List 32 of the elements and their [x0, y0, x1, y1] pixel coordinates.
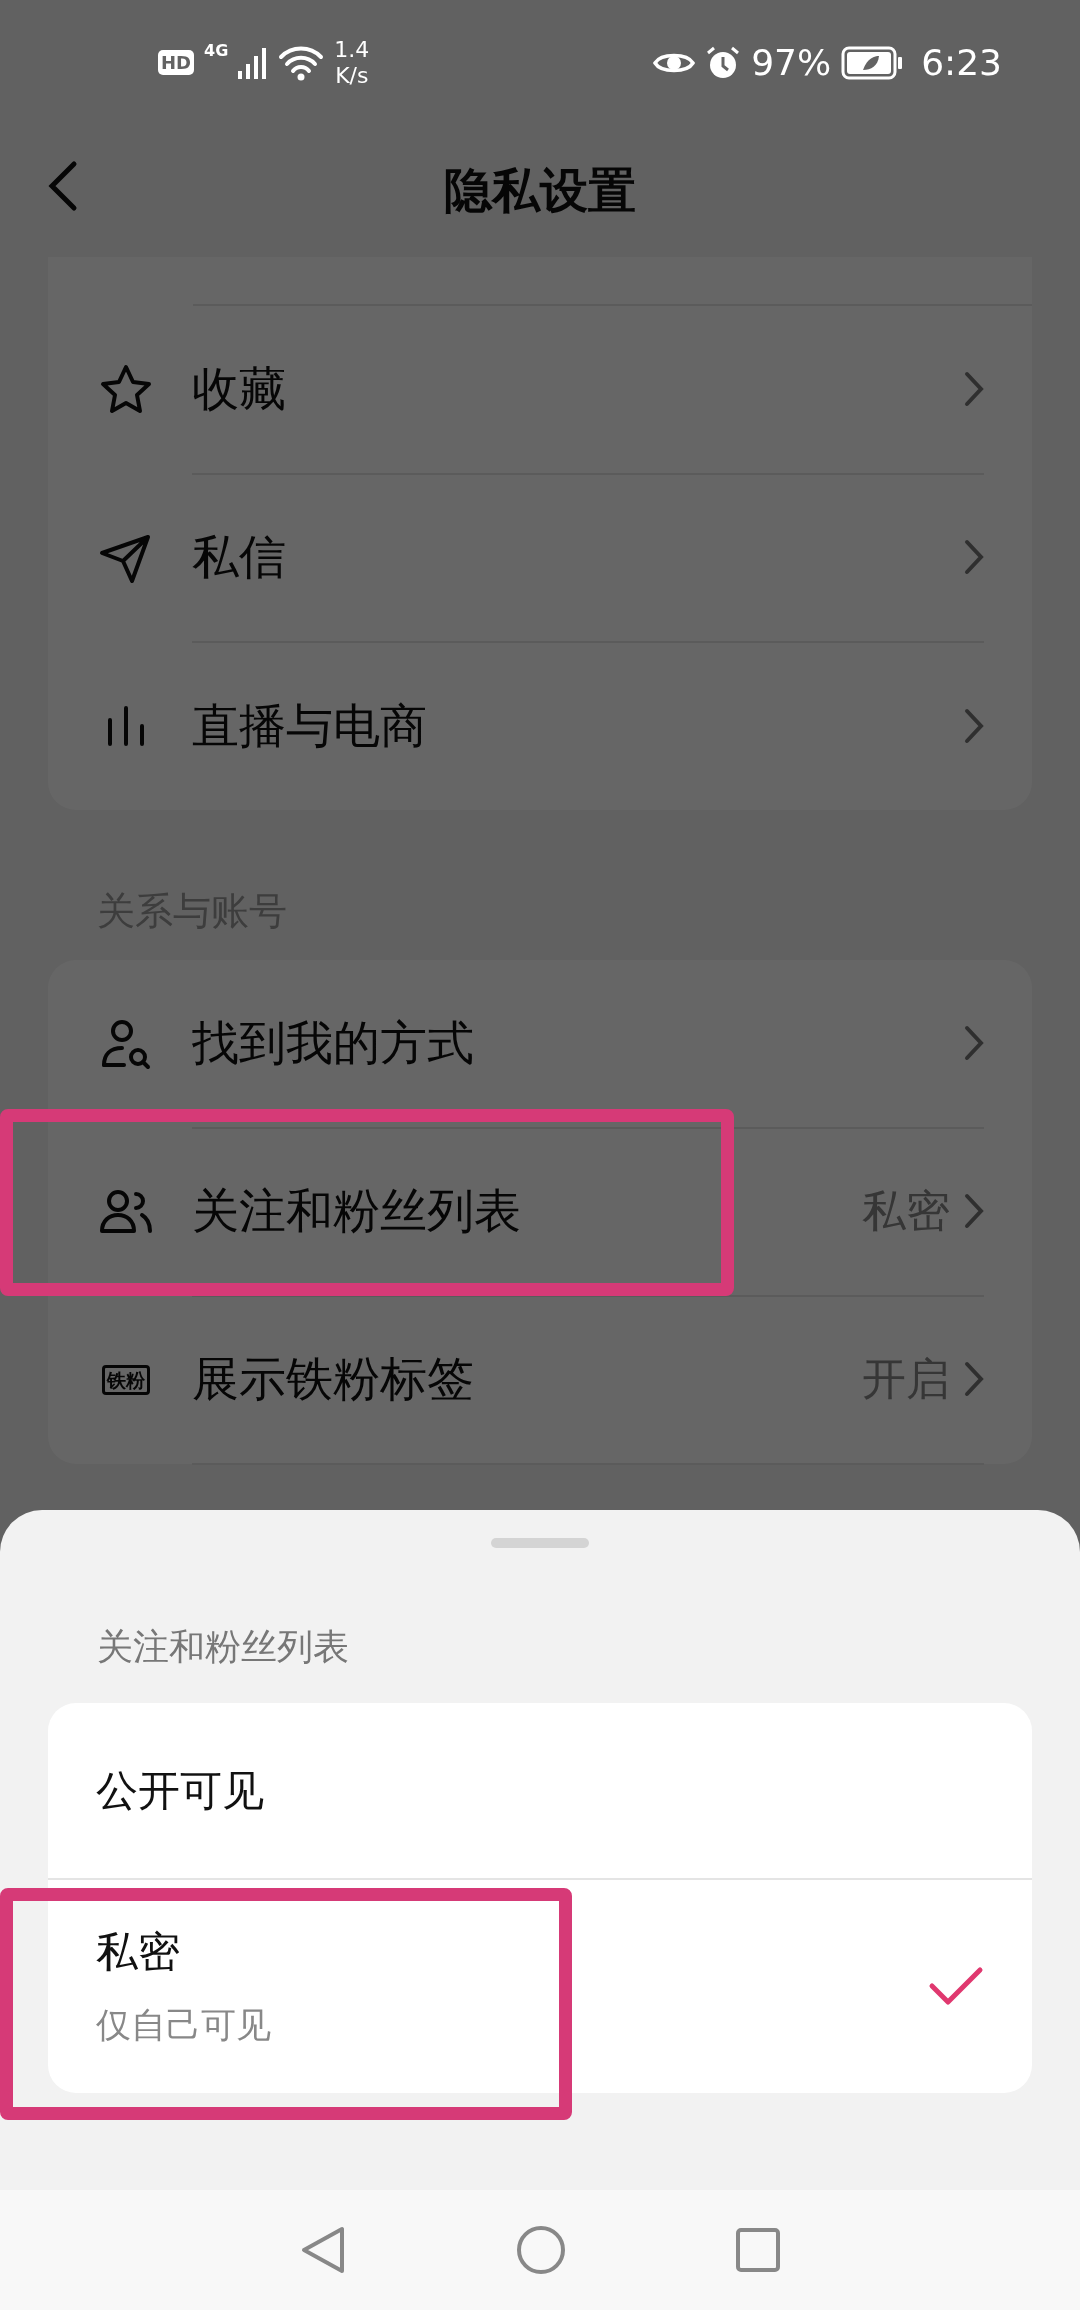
setting-label[interactable]: 展示铁粉标签	[192, 1347, 862, 1411]
chevron-right-icon	[964, 708, 984, 744]
setting-label[interactable]: 关注和粉丝列表	[192, 1179, 862, 1243]
sheet-handle[interactable]	[491, 1538, 589, 1548]
setting-label[interactable]: 直播与电商	[192, 694, 964, 758]
signal-icon	[238, 46, 269, 79]
home-nav-icon[interactable]	[516, 2225, 566, 2275]
option-label[interactable]: 公开可见	[96, 1762, 984, 1819]
clock-time: 6:23	[921, 42, 1002, 83]
hd-badge: HD	[158, 50, 194, 75]
option-description: 仅自己可见	[96, 2004, 272, 2047]
setting-label[interactable]: 收藏	[192, 357, 964, 421]
chevron-right-icon	[964, 1025, 984, 1061]
back-icon[interactable]	[48, 160, 78, 212]
chevron-right-icon	[964, 1361, 984, 1397]
sheet-title: 关注和粉丝列表	[96, 1625, 350, 1669]
setting-label[interactable]: 私信	[192, 525, 964, 589]
wifi-icon	[278, 44, 325, 81]
back-nav-icon[interactable]	[300, 2225, 346, 2275]
page-title: 隐私设置	[444, 161, 636, 220]
fan-badge-icon: 铁粉	[102, 1365, 150, 1395]
battery-icon	[841, 45, 904, 80]
battery-percent: 97%	[751, 42, 832, 83]
option-label[interactable]: 私密	[96, 1924, 928, 1980]
network-label: 4G	[204, 40, 229, 60]
chevron-right-icon	[964, 371, 984, 407]
chevron-right-icon	[964, 1193, 984, 1229]
chevron-right-icon	[964, 539, 984, 575]
network-speed: 1.4 K/s	[334, 36, 370, 89]
alarm-icon	[705, 44, 742, 81]
recents-nav-icon[interactable]	[736, 2228, 780, 2272]
setting-label[interactable]: 找到我的方式	[192, 1011, 964, 1075]
